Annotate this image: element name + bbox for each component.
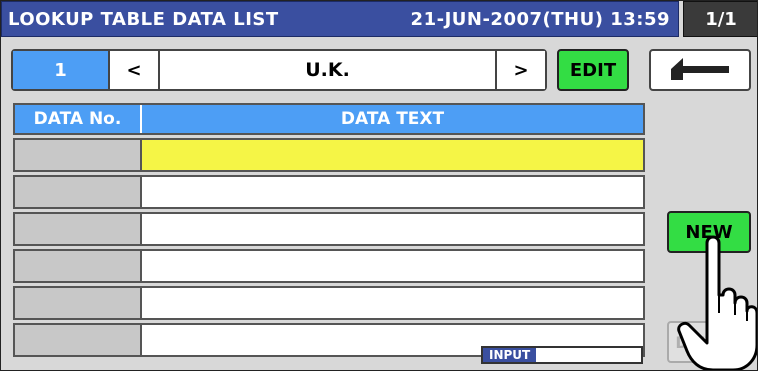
- input-mode-label: INPUT: [483, 348, 537, 362]
- data-text-cell[interactable]: [142, 214, 643, 244]
- header-data-no: DATA No.: [15, 105, 142, 133]
- back-button[interactable]: [649, 49, 751, 91]
- lookup-table-screen: LOOKUP TABLE DATA LIST 21-JUN-2007(THU) …: [0, 0, 758, 371]
- table-row[interactable]: [13, 286, 645, 320]
- data-no-cell: [15, 325, 142, 355]
- country-name: U.K.: [305, 59, 350, 81]
- table-row[interactable]: [13, 175, 645, 209]
- table-row[interactable]: [13, 138, 645, 172]
- data-no-cell: [15, 214, 142, 244]
- data-no-cell: [15, 140, 142, 170]
- country-selector: 1 < U.K. >: [11, 49, 547, 91]
- next-button[interactable]: >: [495, 51, 545, 89]
- return-arrow-icon: [671, 58, 729, 80]
- table-header: DATA No. DATA TEXT: [13, 103, 645, 135]
- page-title: LOOKUP TABLE DATA LIST: [8, 8, 279, 30]
- header-data-text: DATA TEXT: [340, 109, 445, 129]
- table-row[interactable]: [13, 249, 645, 283]
- data-text-cell[interactable]: [142, 140, 643, 170]
- input-mode-indicator: INPUT: [481, 346, 643, 364]
- data-no-cell: [15, 177, 142, 207]
- data-text-cell[interactable]: [142, 288, 643, 318]
- data-table: DATA No. DATA TEXT: [13, 103, 645, 357]
- datetime-display: 21-JUN-2007(THU) 13:59: [410, 8, 670, 30]
- data-text-cell[interactable]: [142, 251, 643, 281]
- data-text-cell[interactable]: [142, 177, 643, 207]
- edit-button[interactable]: EDIT: [557, 49, 629, 91]
- table-row[interactable]: [13, 212, 645, 246]
- title-bar: LOOKUP TABLE DATA LIST 21-JUN-2007(THU) …: [1, 1, 679, 37]
- table-number[interactable]: 1: [13, 51, 110, 89]
- pointing-hand-icon: [677, 235, 757, 370]
- data-no-cell: [15, 251, 142, 281]
- prev-button[interactable]: <: [110, 51, 160, 89]
- data-no-cell: [15, 288, 142, 318]
- page-indicator: 1/1: [683, 1, 757, 37]
